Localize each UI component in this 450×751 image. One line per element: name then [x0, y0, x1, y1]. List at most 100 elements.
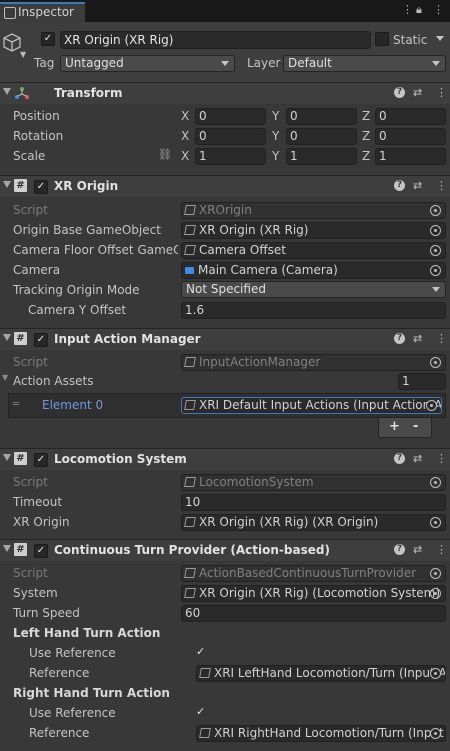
link-icon[interactable]: ⛓: [158, 148, 172, 161]
left-reference-field[interactable]: XRI LeftHand Locomotion/Turn (Input A: [196, 665, 446, 682]
gameobject-icon: [184, 245, 196, 255]
component-enabled-checkbox[interactable]: ✓: [34, 544, 48, 558]
right-use-reference-checkbox[interactable]: ✓: [196, 706, 208, 718]
object-name-field[interactable]: XR Origin (XR Rig): [60, 31, 371, 49]
layer-dropdown[interactable]: Default: [283, 55, 446, 72]
context-menu-icon[interactable]: ⋮: [436, 179, 447, 192]
list-item[interactable]: ═ Element 0 XRI Default Input Actions (I…: [8, 393, 446, 418]
xr-origin-header[interactable]: # ✓ XR Origin ? ⇄ ⋮: [0, 175, 450, 197]
more-icon[interactable]: ⋮: [402, 3, 413, 16]
help-icon[interactable]: ?: [394, 333, 405, 344]
tab-inspector[interactable]: Inspector: [0, 2, 85, 22]
left-hand-header: Left Hand Turn Action: [13, 626, 161, 640]
right-reference-field[interactable]: XRI RightHand Locomotion/Turn (Input: [196, 725, 446, 742]
rotation-z-field[interactable]: 0: [375, 128, 446, 145]
context-menu-icon[interactable]: ⋮: [436, 452, 447, 465]
remove-button[interactable]: -: [413, 419, 418, 434]
foldout-icon[interactable]: [3, 334, 11, 341]
axis-z-label: Z: [362, 109, 371, 123]
tracking-origin-dropdown[interactable]: Not Specified: [181, 281, 446, 298]
drag-handle-icon[interactable]: ═: [13, 399, 19, 410]
camera-floor-offset-label: Camera Floor Offset GameOb: [13, 243, 178, 257]
object-header: ▼ ✓ XR Origin (XR Rig) Static Tag Untagg…: [0, 22, 450, 82]
asset-icon: [199, 728, 211, 738]
axis-z-label: Z: [362, 129, 371, 143]
help-icon[interactable]: ?: [394, 453, 405, 464]
help-icon[interactable]: ?: [394, 180, 405, 191]
context-menu-icon[interactable]: ⋮: [436, 332, 447, 345]
scale-x-field[interactable]: 1: [195, 148, 266, 165]
object-picker-icon: [426, 400, 437, 411]
rotation-y-field[interactable]: 0: [286, 128, 357, 145]
camera-field[interactable]: Main Camera (Camera): [181, 262, 446, 279]
add-button[interactable]: +: [389, 419, 400, 434]
rotation-label: Rotation: [13, 129, 64, 143]
object-picker-icon: [430, 588, 441, 599]
element-field[interactable]: XRI Default Input Actions (Input Action …: [181, 397, 442, 414]
preset-icon[interactable]: ⇄: [413, 332, 422, 345]
rotation-x-field[interactable]: 0: [195, 128, 266, 145]
turn-provider-header[interactable]: # ✓ Continuous Turn Provider (Action-bas…: [0, 539, 450, 561]
preset-icon[interactable]: ⇄: [413, 86, 422, 99]
turn-speed-field[interactable]: 60: [181, 605, 446, 622]
script-label: Script: [13, 355, 48, 369]
lock-icon[interactable]: 🔒︎: [416, 3, 422, 17]
camera-floor-offset-field[interactable]: Camera Offset: [181, 242, 446, 259]
turn-speed-label: Turn Speed: [13, 606, 80, 620]
script-label: Script: [13, 203, 48, 217]
script-asset-icon: [184, 477, 196, 487]
preset-icon[interactable]: ⇄: [413, 543, 422, 556]
origin-base-label: Origin Base GameObject: [13, 223, 161, 237]
right-use-reference-label: Use Reference: [29, 706, 116, 720]
tag-dropdown[interactable]: Untagged: [60, 55, 235, 72]
transform-icon: [15, 87, 29, 99]
chevron-down-icon[interactable]: ▼: [20, 50, 26, 59]
foldout-icon[interactable]: [3, 454, 11, 461]
inspector-icon: [4, 7, 16, 19]
left-use-reference-checkbox[interactable]: ✓: [196, 646, 208, 658]
layer-label: Layer: [247, 56, 281, 70]
foldout-icon[interactable]: [3, 545, 11, 552]
foldout-icon[interactable]: ▼: [2, 373, 8, 382]
component-enabled-checkbox[interactable]: ✓: [34, 180, 48, 194]
foldout-icon[interactable]: [3, 88, 11, 95]
transform-header[interactable]: Transform ? ⇄ ⋮: [0, 82, 450, 104]
axis-x-label: X: [181, 109, 190, 123]
help-icon[interactable]: ?: [394, 87, 405, 98]
position-y-field[interactable]: 0: [286, 108, 357, 125]
timeout-field[interactable]: 10: [181, 494, 446, 511]
xr-origin-field[interactable]: XR Origin (XR Rig) (XR Origin): [181, 514, 446, 531]
action-assets-label: Action Assets: [13, 374, 94, 388]
component-enabled-checkbox[interactable]: ✓: [34, 453, 48, 467]
menu-icon[interactable]: ⋮: [433, 3, 444, 16]
foldout-icon[interactable]: [3, 181, 11, 188]
static-dropdown-icon[interactable]: [436, 36, 444, 41]
array-size-field[interactable]: 1: [398, 373, 446, 390]
preset-icon[interactable]: ⇄: [413, 179, 422, 192]
tab-bar: Inspector ⋮ 🔒︎ ⋮: [0, 0, 450, 22]
position-label: Position: [13, 109, 60, 123]
context-menu-icon[interactable]: ⋮: [436, 86, 447, 99]
section-title: Transform: [54, 86, 123, 100]
list-footer: + -: [378, 418, 432, 438]
component-enabled-checkbox[interactable]: ✓: [34, 333, 48, 347]
origin-base-field[interactable]: XR Origin (XR Rig): [181, 222, 446, 239]
system-label: System: [13, 586, 58, 600]
input-action-manager-header[interactable]: # ✓ Input Action Manager ? ⇄ ⋮: [0, 328, 450, 350]
system-field[interactable]: XR Origin (XR Rig) (Locomotion System): [181, 585, 446, 602]
script-asset-icon: [184, 205, 196, 215]
preset-icon[interactable]: ⇄: [413, 452, 422, 465]
gameobject-cube-icon: [3, 33, 21, 52]
context-menu-icon[interactable]: ⋮: [436, 543, 447, 556]
scale-z-field[interactable]: 1: [375, 148, 446, 165]
script-asset-icon: [184, 357, 196, 367]
position-z-field[interactable]: 0: [375, 108, 446, 125]
static-checkbox[interactable]: [375, 32, 389, 46]
active-checkbox[interactable]: ✓: [41, 32, 55, 46]
help-icon[interactable]: ?: [394, 544, 405, 555]
camera-y-offset-field[interactable]: 1.6: [181, 302, 446, 319]
locomotion-system-header[interactable]: # ✓ Locomotion System ? ⇄ ⋮: [0, 448, 450, 470]
section-title: XR Origin: [54, 179, 119, 193]
position-x-field[interactable]: 0: [195, 108, 266, 125]
scale-y-field[interactable]: 1: [286, 148, 357, 165]
